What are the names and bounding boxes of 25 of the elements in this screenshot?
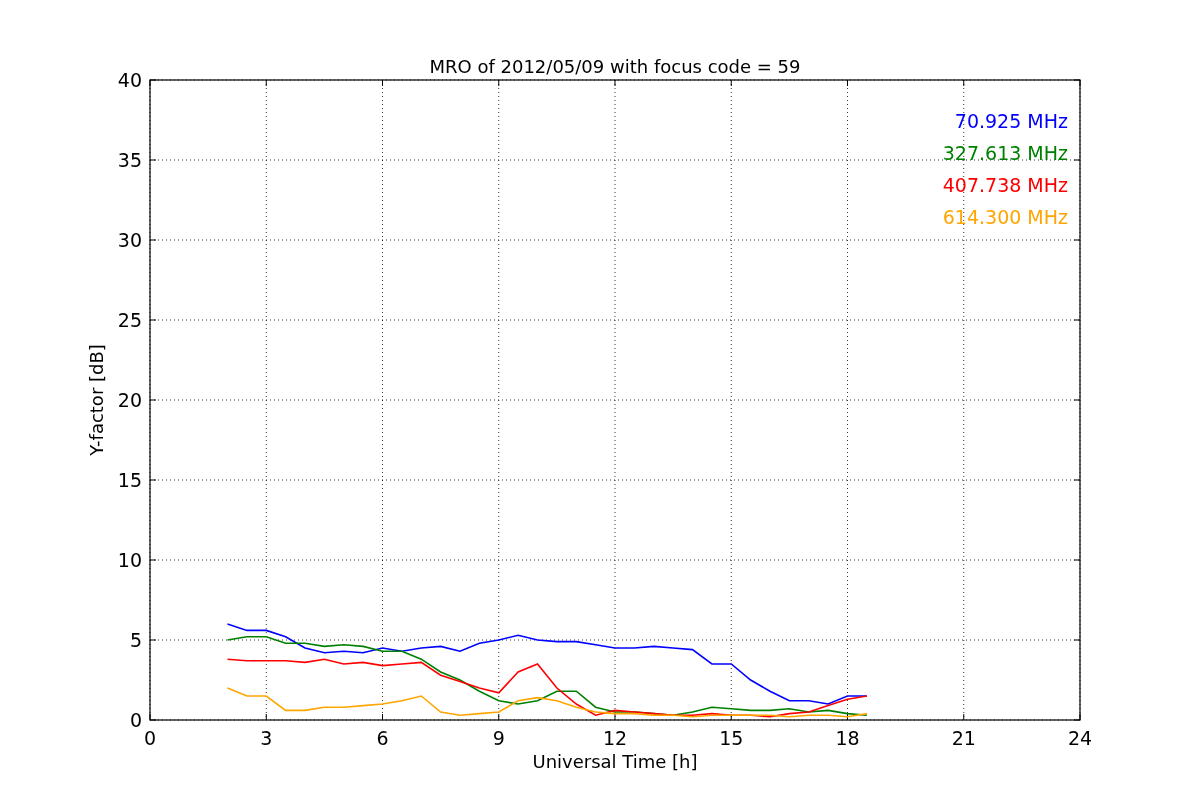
x-tick-label: 3	[260, 727, 273, 749]
chart-title: MRO of 2012/05/09 with focus code = 59	[429, 56, 801, 77]
y-tick-label: 10	[117, 549, 142, 571]
y-tick-label: 0	[129, 709, 142, 731]
y-tick-label: 40	[117, 69, 142, 91]
y-tick-label: 20	[117, 389, 142, 411]
y-tick-label: 5	[129, 629, 142, 651]
x-tick-label: 9	[492, 727, 505, 749]
y-tick-label: 35	[117, 149, 142, 171]
legend-label: 614.300 MHz	[942, 206, 1068, 228]
x-tick-label: 12	[602, 727, 628, 749]
x-tick-label: 18	[835, 727, 860, 749]
x-tick-label: 24	[1067, 727, 1093, 749]
x-axis-label: Universal Time [h]	[532, 751, 698, 772]
y-axis-label: Y-factor [dB]	[86, 344, 107, 456]
x-tick-label: 6	[376, 727, 389, 749]
y-tick-label: 25	[117, 309, 142, 331]
legend-label: 70.925 MHz	[954, 110, 1068, 132]
legend-label: 327.613 MHz	[942, 142, 1068, 164]
y-tick-label: 30	[117, 229, 142, 251]
x-tick-label: 21	[951, 727, 976, 749]
x-tick-label: 0	[143, 727, 157, 749]
y-tick-label: 15	[117, 469, 142, 491]
legend-label: 407.738 MHz	[942, 174, 1068, 196]
x-tick-label: 15	[719, 727, 744, 749]
